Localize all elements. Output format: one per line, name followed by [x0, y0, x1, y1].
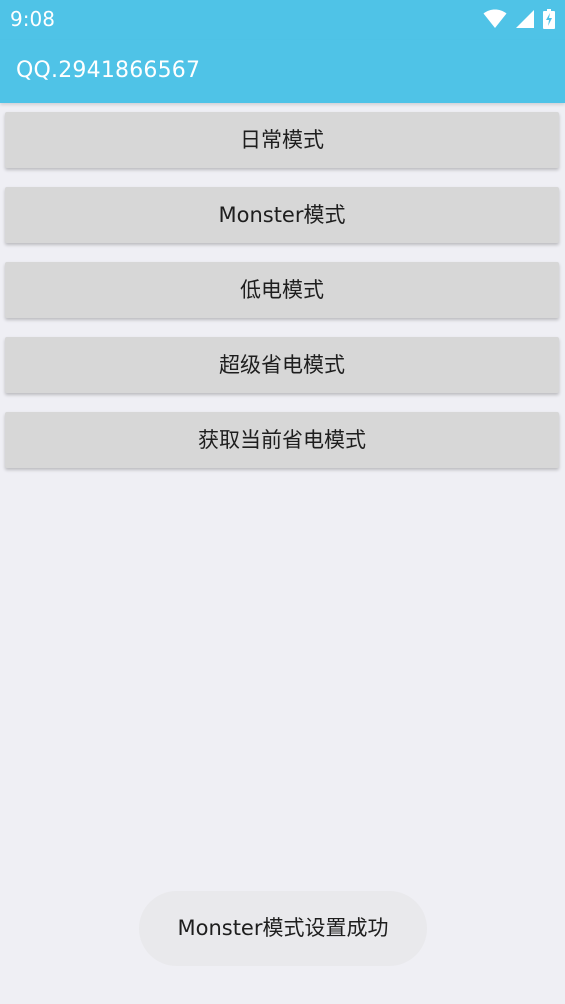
- app-bar: QQ.2941866567: [0, 40, 565, 103]
- wifi-icon: [483, 9, 507, 29]
- low-power-mode-button[interactable]: 低电模式: [5, 262, 559, 318]
- status-bar: 9:08: [0, 0, 565, 40]
- app-title: QQ.2941866567: [16, 58, 201, 83]
- ultra-power-saving-mode-button[interactable]: 超级省电模式: [5, 337, 559, 393]
- toast-message: Monster模式设置成功: [139, 891, 427, 966]
- get-current-power-mode-button[interactable]: 获取当前省电模式: [5, 412, 559, 468]
- status-icons: [483, 9, 555, 29]
- status-time: 9:08: [10, 7, 55, 31]
- mode-button-list: 日常模式 Monster模式 低电模式 超级省电模式 获取当前省电模式: [5, 112, 559, 487]
- daily-mode-button[interactable]: 日常模式: [5, 112, 559, 168]
- battery-charging-icon: [543, 9, 555, 29]
- monster-mode-button[interactable]: Monster模式: [5, 187, 559, 243]
- cell-signal-icon: [515, 9, 535, 29]
